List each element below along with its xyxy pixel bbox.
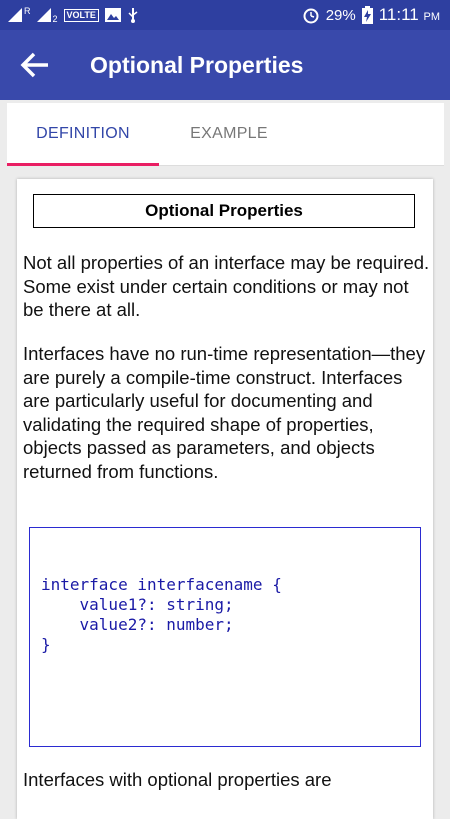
volte-badge: VOLTE — [63, 8, 99, 22]
app-bar: Optional Properties — [0, 30, 450, 100]
paragraph-runtime: Interfaces have no run-time representati… — [23, 343, 426, 482]
section-heading: Optional Properties — [33, 194, 415, 228]
code-sample: interface interfacename { value1?: strin… — [41, 575, 282, 654]
battery-percent: 29% — [325, 6, 356, 24]
tab-bar: DEFINITION EXAMPLE — [7, 103, 444, 166]
back-button[interactable] — [0, 30, 70, 100]
clock-ampm: PM — [423, 11, 441, 23]
paragraph-intro: Not all properties of an interface may b… — [23, 252, 430, 320]
arrow-back-icon — [20, 52, 48, 78]
usb-icon — [128, 8, 138, 23]
content-card: Optional Properties Not all properties o… — [17, 179, 433, 819]
image-icon — [104, 8, 121, 22]
alarm-icon — [303, 8, 319, 24]
signal-icon — [8, 8, 22, 22]
tab-definition[interactable]: DEFINITION — [7, 103, 159, 166]
paragraph-optional: Interfaces with optional properties are — [23, 769, 332, 790]
clock: 11:11 PM — [379, 5, 440, 25]
sim-2-label: 2 — [52, 14, 58, 24]
code-block: interface interfacename { value1?: strin… — [29, 527, 421, 747]
tab-example[interactable]: EXAMPLE — [159, 103, 299, 165]
battery-charging-icon — [361, 6, 373, 24]
clock-time: 11:11 — [378, 5, 419, 24]
signal-icon-2 — [36, 8, 51, 22]
sim-roaming-label: R — [24, 6, 31, 16]
status-bar: R 2 VOLTE 29% 11:11 PM — [0, 0, 450, 30]
page-title: Optional Properties — [90, 51, 304, 78]
